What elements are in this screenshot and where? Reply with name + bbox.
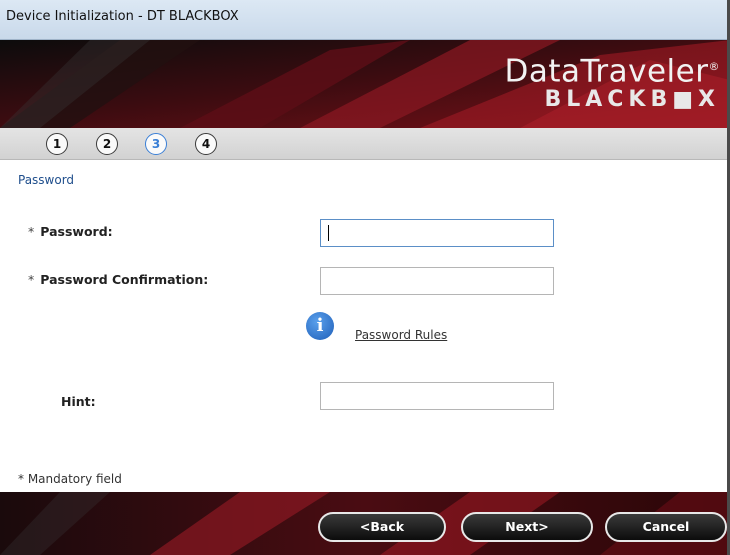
password-label: * Password: [28,224,113,239]
brand-banner: DataTraveler® BLACKB■X [0,40,730,128]
window-titlebar: Device Initialization - DT BLACKBOX [0,0,730,40]
mandatory-field-note: * Mandatory field [18,472,122,486]
brand-registered-mark: ® [708,60,720,73]
window-title: Device Initialization - DT BLACKBOX [6,9,239,24]
cancel-button[interactable]: Cancel [605,512,727,542]
password-form: Password * Password: * Password Confirmati… [0,160,730,492]
step-3-active: 3 [145,133,167,155]
hint-label: Hint: [61,394,96,409]
step-indicator: 1 2 3 4 [0,128,730,160]
brand-name: DataTraveler [504,53,709,90]
password-confirmation-input[interactable] [320,267,554,295]
brand-subtitle: BLACKB■X [544,87,720,113]
step-4: 4 [195,133,217,155]
password-rules-link[interactable]: Password Rules [355,328,447,342]
password-confirmation-label: * Password Confirmation: [28,272,209,287]
next-button[interactable]: Next> [461,512,593,542]
wizard-footer: <Back Next> Cancel [0,492,730,555]
back-button[interactable]: <Back [318,512,446,542]
required-asterisk: * [28,272,35,287]
brand-logo: DataTraveler® BLACKB■X [505,50,721,112]
section-title: Password [18,173,75,187]
text-caret [328,225,329,241]
step-1: 1 [46,133,68,155]
required-asterisk: * [28,224,35,239]
step-2: 2 [96,133,118,155]
info-icon[interactable]: i [306,312,334,340]
hint-input[interactable] [320,382,554,410]
password-input[interactable] [320,219,554,247]
